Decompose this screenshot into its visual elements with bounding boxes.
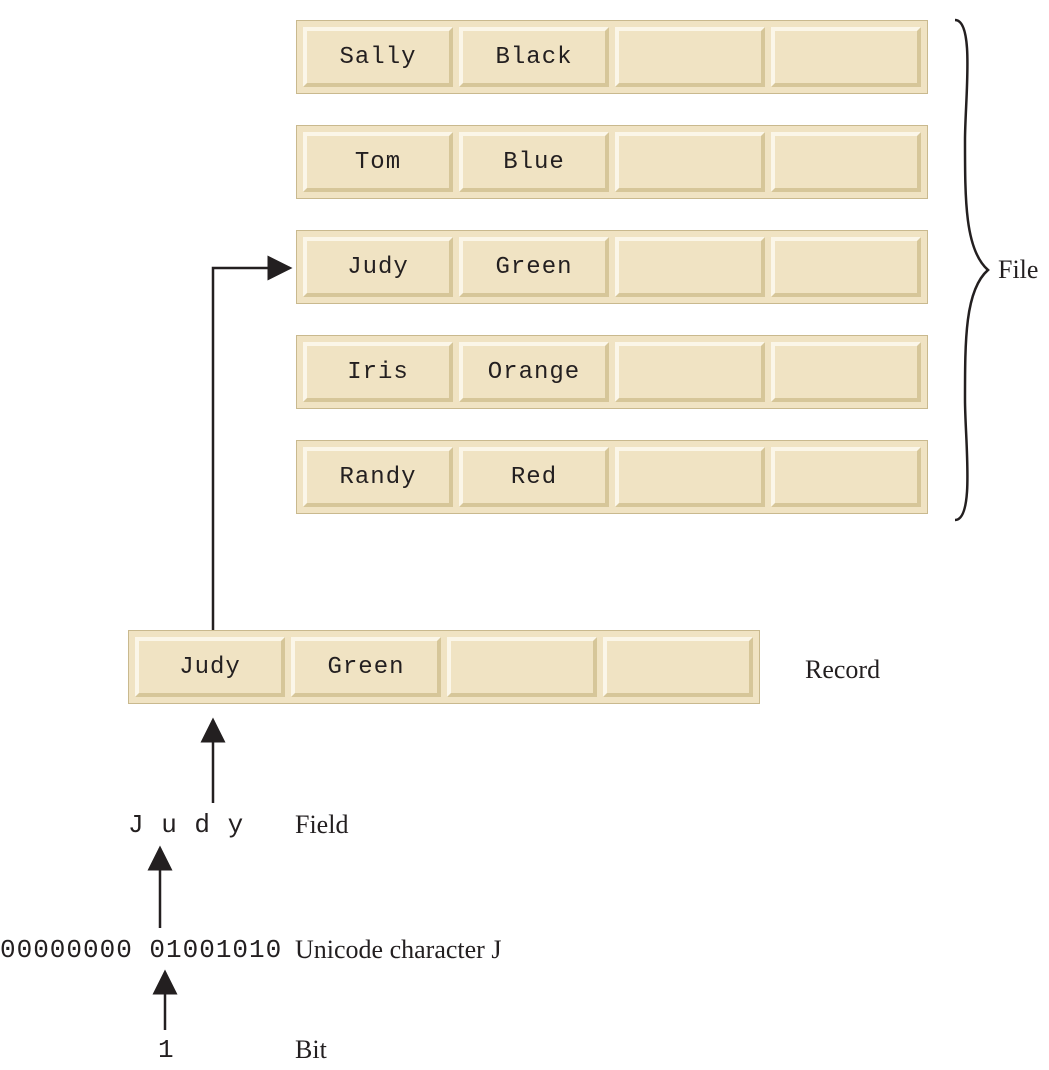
file-brace-icon xyxy=(0,0,1049,1070)
